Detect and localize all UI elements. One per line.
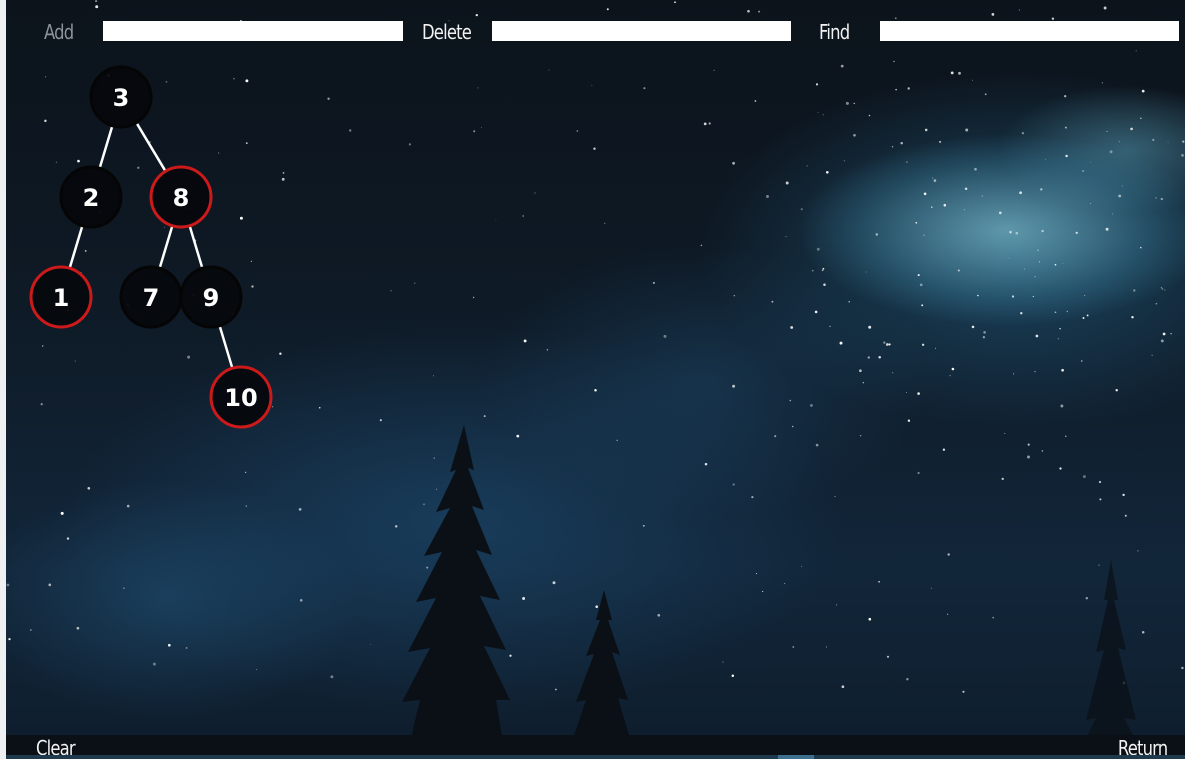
tree-edge-8-9 (188, 225, 204, 269)
tree-canvas: 3 2 8 1 7 9 10 (29, 65, 273, 429)
tree-node-label: 7 (143, 284, 160, 312)
tree-node-label: 3 (113, 84, 130, 112)
tree-node-8[interactable]: 8 (149, 165, 213, 229)
tree-node-label: 2 (83, 184, 100, 212)
taskbar-accent (778, 755, 814, 759)
tree-node-9[interactable]: 9 (179, 265, 243, 329)
tree-node-7[interactable]: 7 (119, 265, 183, 329)
tree-node-10[interactable]: 10 (209, 365, 273, 429)
tree-node-1[interactable]: 1 (29, 265, 93, 329)
tree-edge-9-10 (218, 325, 234, 369)
tree-edge-3-8 (135, 122, 167, 172)
tree-node-label: 10 (224, 384, 257, 412)
tree-edge-3-2 (98, 125, 114, 169)
app-window: Add Delete Find 3 2 8 1 7 9 10 Clear Return (0, 0, 1185, 759)
tree-node-label: 9 (203, 284, 220, 312)
tree-nodes: 3 2 8 1 7 9 10 (29, 65, 273, 429)
tree-node-3[interactable]: 3 (89, 65, 153, 129)
tree-node-label: 8 (173, 184, 190, 212)
tree-edge-2-1 (68, 225, 84, 269)
tree-node-label: 1 (53, 284, 70, 312)
tree-node-2[interactable]: 2 (59, 165, 123, 229)
taskbar-strip (6, 755, 1185, 759)
tree-edge-8-7 (158, 225, 174, 269)
tree-edges (68, 122, 234, 369)
